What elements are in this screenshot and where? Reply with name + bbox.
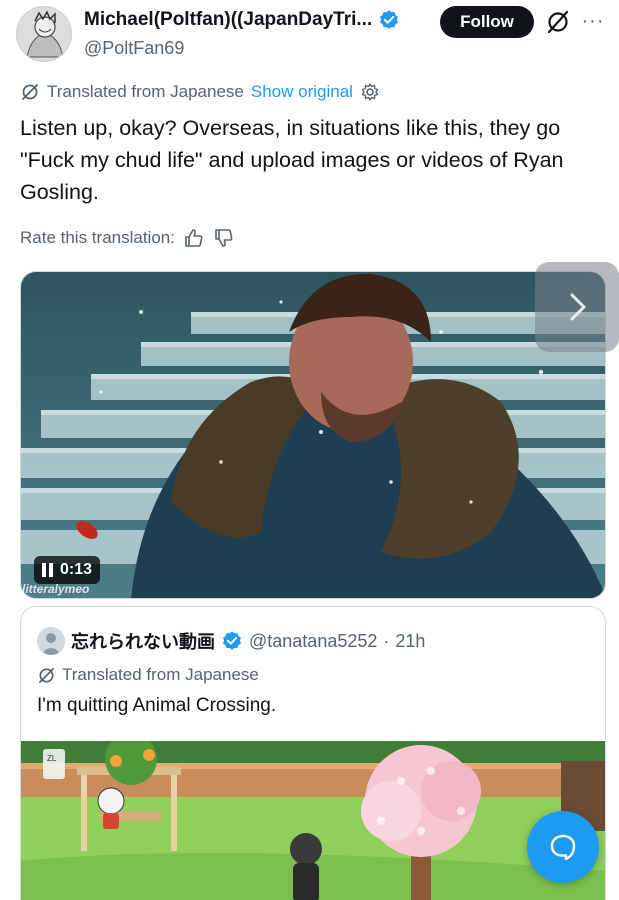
more-options-icon[interactable]: ··· [580, 8, 606, 34]
verified-badge-icon [380, 10, 399, 29]
chevron-right-icon [570, 293, 586, 321]
next-media-button[interactable] [535, 262, 619, 352]
translate-icon [22, 84, 38, 100]
quoted-tweet-text: I'm quitting Animal Crossing. [37, 695, 277, 716]
translated-from-label: Translated from Japanese [47, 82, 244, 101]
show-original-link[interactable]: Show original [251, 82, 353, 102]
grok-icon[interactable] [545, 9, 571, 35]
quoted-translated-from-label: Translated from Japanese [62, 665, 259, 684]
quoted-time: 21h [395, 630, 426, 651]
video-player[interactable] [20, 271, 606, 599]
author-display-name[interactable]: Michael(Poltfan)((JapanDayTri... [84, 9, 372, 31]
video-watermark: litteralymeo [22, 582, 90, 596]
gear-icon[interactable] [360, 82, 380, 102]
quoted-tweet[interactable]: 忘れられない動画 @tanatana5252 · 21h Translated … [20, 606, 606, 900]
tweet-text: Listen up, okay? Overseas, in situations… [20, 116, 564, 204]
rate-translation-label: Rate this translation: [20, 228, 175, 247]
quoted-separator: · [383, 630, 390, 651]
verified-badge-icon [223, 631, 241, 650]
video-frame-image [21, 272, 605, 598]
quoted-avatar [37, 627, 65, 655]
author-handle[interactable]: @PoltFan69 [84, 38, 434, 59]
video-time-badge[interactable]: 0:13 [34, 556, 101, 584]
quoted-tweet-header: 忘れられない動画 @tanatana5252 · 21h [37, 627, 425, 655]
chat-bubble-icon [550, 834, 576, 861]
follow-button[interactable]: Follow [440, 6, 534, 38]
quoted-display-name: 忘れられない動画 [71, 632, 215, 652]
thumbs-up-icon[interactable] [183, 227, 205, 249]
default-avatar-icon [37, 627, 65, 655]
video-time: 0:13 [60, 561, 93, 578]
translate-icon [38, 667, 55, 683]
translation-notice: Translated from Japanese Show original [20, 82, 380, 102]
animal-crossing-scene-image: ZL [21, 733, 605, 900]
quoted-translation-notice: Translated from Japanese [37, 665, 259, 685]
pause-icon[interactable] [42, 563, 54, 577]
thumbs-down-icon[interactable] [213, 227, 235, 249]
quoted-media-image[interactable]: ZL [21, 733, 605, 900]
rate-translation-row: Rate this translation: [20, 227, 235, 249]
tweet-header: Michael(Poltfan)((JapanDayTri... @PoltFa… [0, 0, 619, 70]
hud-label: ZL [47, 754, 57, 763]
quoted-handle: @tanatana5252 [249, 630, 378, 651]
author-avatar[interactable] [16, 6, 72, 62]
reply-fab-button[interactable] [527, 811, 599, 883]
avatar-sketch-image [17, 7, 71, 61]
